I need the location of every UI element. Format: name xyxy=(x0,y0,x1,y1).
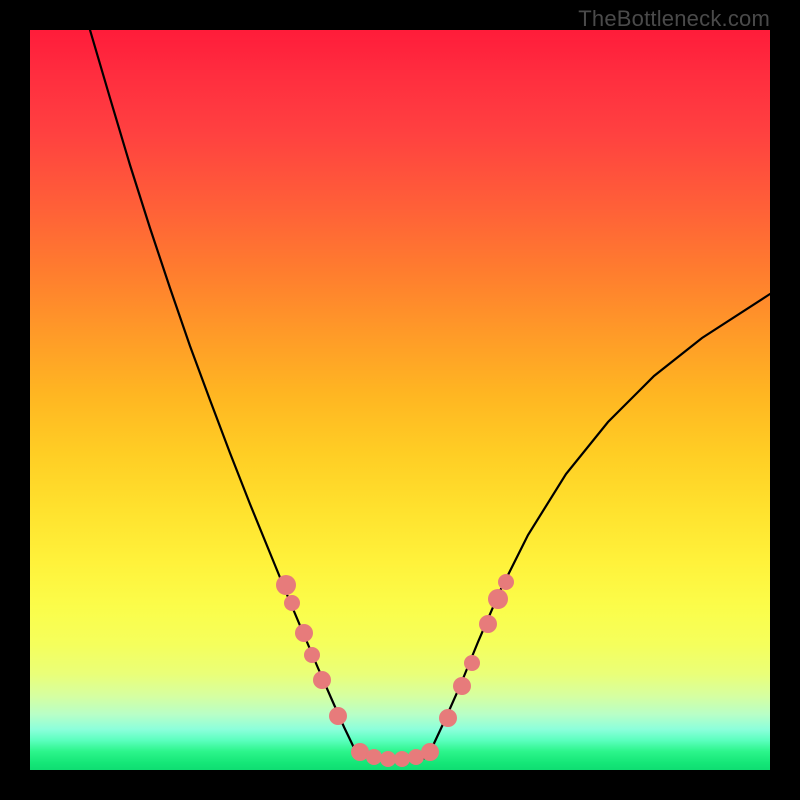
marker-dot xyxy=(329,707,347,725)
marker-dot xyxy=(464,655,480,671)
marker-dot xyxy=(498,574,514,590)
marker-dot xyxy=(439,709,457,727)
marker-dot xyxy=(284,595,300,611)
marker-dot xyxy=(313,671,331,689)
marker-dot xyxy=(366,749,382,765)
marker-dot xyxy=(488,589,508,609)
plot-area xyxy=(30,30,770,770)
curve-line xyxy=(90,30,770,760)
marker-dots xyxy=(276,574,514,767)
watermark-text: TheBottleneck.com xyxy=(578,6,770,32)
marker-dot xyxy=(276,575,296,595)
marker-dot xyxy=(380,751,396,767)
marker-dot xyxy=(295,624,313,642)
marker-dot xyxy=(479,615,497,633)
marker-dot xyxy=(453,677,471,695)
marker-dot xyxy=(394,751,410,767)
chart-frame: TheBottleneck.com xyxy=(0,0,800,800)
marker-dot xyxy=(421,743,439,761)
marker-dot xyxy=(304,647,320,663)
bottleneck-curve-svg xyxy=(30,30,770,770)
